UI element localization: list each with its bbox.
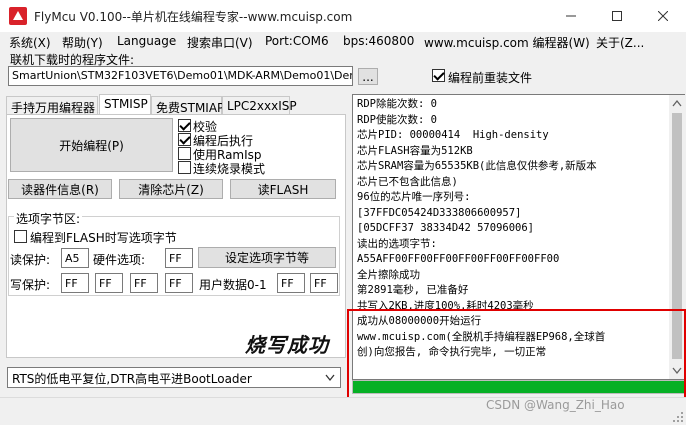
menu-search-port[interactable]: 搜索串口(V) bbox=[187, 34, 253, 51]
minimize-icon bbox=[566, 15, 576, 17]
set-option-bytes-button[interactable]: 设定选项字节等 bbox=[198, 247, 336, 268]
user-data-input-0[interactable]: FF bbox=[277, 273, 305, 293]
log-line: [37FFDC05424D333806600957] bbox=[357, 206, 522, 219]
menu-bar: 系统(X) 帮助(Y) Language 搜索串口(V) Port:COM6 b… bbox=[0, 32, 686, 50]
menu-port[interactable]: Port:COM6 bbox=[265, 34, 329, 48]
tab-handheld-programmer[interactable]: 手持万用编程器 bbox=[6, 96, 98, 115]
reset-mode-value: RTS的低电平复位,DTR高电平进BootLoader bbox=[12, 372, 252, 386]
menu-about[interactable]: 关于(Z... bbox=[596, 34, 644, 51]
log-line: 芯片已不包含此信息) bbox=[357, 175, 458, 188]
tab-free-stmiap[interactable]: 免费STMIAP bbox=[151, 96, 224, 115]
hardware-option-label: 硬件选项: bbox=[93, 253, 146, 267]
log-line: 芯片PID: 00000414 High-density bbox=[357, 129, 549, 141]
log-line: 读出的选项字节: bbox=[357, 237, 437, 250]
read-device-info-button[interactable]: 读器件信息(R) bbox=[8, 179, 112, 199]
reset-mode-select[interactable]: RTS的低电平复位,DTR高电平进BootLoader bbox=[7, 367, 341, 388]
run-after-program-checkbox[interactable] bbox=[178, 133, 191, 146]
minimize-button[interactable] bbox=[548, 0, 594, 32]
read-flash-button[interactable]: 读FLASH bbox=[230, 179, 336, 199]
log-line: 芯片SRAM容量为65535KB(此信息仅供参考,新版本 bbox=[357, 160, 597, 172]
reload-before-program-label: 编程前重装文件 bbox=[448, 71, 533, 85]
log-line: 芯片FLASH容量为512KB bbox=[357, 144, 473, 157]
maximize-button[interactable] bbox=[594, 0, 640, 32]
menu-baud-rate[interactable]: bps:460800 bbox=[343, 34, 414, 48]
menu-programmer[interactable]: www.mcuisp.com 编程器(W) bbox=[424, 34, 590, 51]
start-programming-button[interactable]: 开始编程(P) bbox=[10, 118, 173, 172]
user-data-label: 用户数据0-1 bbox=[199, 278, 267, 292]
log-line: 第2891毫秒, 已准备好 bbox=[357, 284, 469, 296]
continuous-burn-checkbox[interactable] bbox=[178, 161, 191, 174]
tab-stmisp[interactable]: STMISP bbox=[99, 94, 151, 115]
log-line: A55AFF00FF00FF00FF00FF00FF00FF00 bbox=[357, 253, 560, 265]
close-icon bbox=[658, 11, 668, 21]
browse-button[interactable]: ... bbox=[358, 68, 378, 85]
log-line: RDP除能次数: 0 bbox=[357, 98, 437, 110]
log-line: [05DCFF37 38334D42 57096006] bbox=[357, 222, 535, 234]
read-protect-label: 读保护: bbox=[10, 253, 51, 267]
window-title: FlyMcu V0.100--单片机在线编程专家--www.mcuisp.com bbox=[34, 10, 353, 24]
erase-chip-button[interactable]: 清除芯片(Z) bbox=[119, 179, 223, 199]
maximize-icon bbox=[612, 11, 622, 21]
user-data-input-1[interactable]: FF bbox=[310, 273, 338, 293]
write-protect-input-4[interactable]: FF bbox=[165, 273, 193, 293]
close-button[interactable] bbox=[640, 0, 686, 32]
burn-success-annotation: 烧写成功 bbox=[245, 333, 329, 357]
log-line: 全片擦除成功 bbox=[357, 268, 420, 281]
write-protect-input-2[interactable]: FF bbox=[95, 273, 123, 293]
read-protect-input[interactable]: A5 bbox=[61, 248, 89, 268]
write-protect-input-3[interactable]: FF bbox=[130, 273, 158, 293]
program-file-path-input[interactable]: SmartUnion\STM32F103VET6\Demo01\MDK-ARM\… bbox=[8, 66, 353, 86]
option-bytes-group-label: 选项字节区: bbox=[14, 210, 83, 227]
scroll-up-arrow-icon[interactable] bbox=[672, 99, 682, 107]
log-line: 96位的芯片唯一序列号: bbox=[357, 191, 471, 203]
title-bar: FlyMcu V0.100--单片机在线编程专家--www.mcuisp.com bbox=[0, 0, 686, 32]
continuous-burn-label: 连续烧录模式 bbox=[193, 162, 266, 176]
write-option-bytes-checkbox[interactable] bbox=[14, 230, 27, 243]
write-option-bytes-label: 编程到FLASH时写选项字节 bbox=[30, 231, 177, 245]
resize-grip-icon[interactable] bbox=[672, 411, 684, 423]
menu-help[interactable]: 帮助(Y) bbox=[62, 34, 103, 51]
write-protect-input-1[interactable]: FF bbox=[61, 273, 89, 293]
highlight-box bbox=[347, 309, 686, 403]
hardware-option-input[interactable]: FF bbox=[165, 248, 193, 268]
menu-language[interactable]: Language bbox=[117, 34, 176, 48]
use-ramisp-checkbox[interactable] bbox=[178, 147, 191, 160]
write-protect-label: 写保护: bbox=[10, 278, 51, 292]
flymcu-app-icon bbox=[9, 7, 27, 25]
tab-lpc2xxxisp[interactable]: LPC2xxxISP bbox=[222, 96, 297, 114]
reload-before-program-checkbox[interactable] bbox=[432, 69, 445, 82]
verify-checkbox[interactable] bbox=[178, 119, 191, 132]
csdn-watermark: CSDN @Wang_Zhi_Hao bbox=[486, 398, 625, 412]
log-line: RDP使能次数: 0 bbox=[357, 113, 437, 126]
chevron-down-icon bbox=[325, 374, 335, 382]
app-window: FlyMcu V0.100--单片机在线编程专家--www.mcuisp.com… bbox=[0, 0, 686, 425]
menu-system[interactable]: 系统(X) bbox=[9, 34, 51, 51]
